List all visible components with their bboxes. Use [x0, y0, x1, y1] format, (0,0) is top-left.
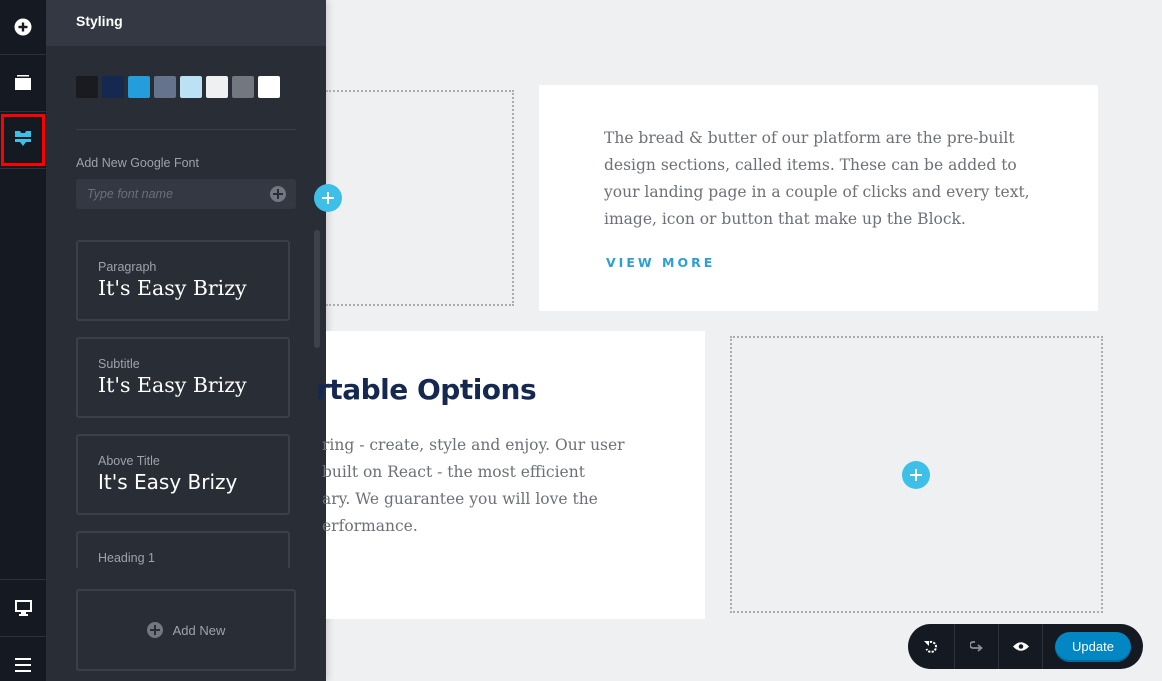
body-line: built on React - the most efficient [322, 463, 585, 481]
color-swatch[interactable] [258, 76, 280, 98]
monitor-icon [14, 600, 32, 616]
add-elements-button[interactable] [0, 0, 46, 54]
hamburger-icon [15, 658, 31, 672]
rail-divider [0, 168, 46, 169]
text-card: The bread & butter of our platform are t… [539, 85, 1098, 311]
add-new-font-style-button[interactable]: Add New [76, 589, 296, 671]
font-style-label: Subtitle [98, 357, 140, 371]
google-font-input[interactable] [76, 179, 296, 209]
plus-circle-icon [146, 622, 163, 638]
font-style-card-above-title[interactable]: Above Title It's Easy Brizy [76, 434, 290, 515]
styling-panel: Styling Add New Google Font Paragraph It… [46, 0, 326, 681]
layers-icon [15, 75, 31, 90]
font-styles-list: Paragraph It's Easy Brizy Subtitle It's … [76, 230, 296, 568]
options-body-text: ring - create, style and enjoy. Our user… [322, 432, 625, 540]
rail-divider [0, 54, 46, 55]
add-element-button[interactable] [902, 461, 930, 489]
plus-icon [322, 192, 334, 204]
color-swatch[interactable] [232, 76, 254, 98]
blocks-button[interactable] [0, 56, 46, 110]
font-style-card-subtitle[interactable]: Subtitle It's Easy Brizy [76, 337, 290, 418]
rail-divider [0, 636, 46, 637]
body-line: ring - create, style and enjoy. Our user [322, 436, 625, 454]
paint-brush-icon [15, 131, 31, 146]
styling-button[interactable] [1, 114, 45, 166]
color-swatch[interactable] [102, 76, 124, 98]
add-new-label: Add New [172, 622, 226, 638]
left-rail [0, 0, 46, 681]
color-swatch[interactable] [206, 76, 228, 98]
panel-divider [76, 129, 296, 130]
color-swatch[interactable] [128, 76, 150, 98]
color-swatch[interactable] [154, 76, 176, 98]
redo-icon [969, 640, 983, 652]
body-line: ary. We guarantee you will love the [322, 490, 598, 508]
color-swatch[interactable] [180, 76, 202, 98]
font-style-card-heading-1[interactable]: Heading 1 [76, 531, 290, 568]
update-button[interactable]: Update [1055, 631, 1131, 662]
font-style-label: Paragraph [98, 260, 157, 274]
font-style-sample: It's Easy Brizy [98, 470, 238, 494]
device-view-button[interactable] [0, 581, 46, 635]
bottom-toolbar: Update [908, 624, 1143, 669]
add-element-button[interactable] [314, 184, 342, 212]
options-heading: rtable Options [316, 373, 537, 406]
menu-button[interactable] [0, 638, 46, 681]
card-body-text: The bread & butter of our platform are t… [604, 129, 1030, 228]
plus-circle-icon [14, 18, 32, 36]
font-style-label: Heading 1 [98, 551, 155, 565]
google-font-field [76, 179, 296, 209]
plus-icon [910, 469, 922, 481]
panel-scrollbar[interactable] [314, 230, 320, 348]
plus-icon [273, 189, 283, 199]
redo-button[interactable] [955, 624, 999, 669]
color-palette [76, 76, 280, 98]
view-more-link[interactable]: VIEW MORE [606, 255, 715, 270]
undo-icon [924, 640, 938, 653]
font-style-sample: It's Easy Brizy [98, 276, 247, 300]
empty-column-placeholder[interactable] [326, 90, 514, 306]
rail-divider [0, 111, 46, 112]
options-card: rtable Options ring - create, style and … [316, 331, 705, 619]
body-line: erformance. [322, 517, 418, 535]
color-swatch[interactable] [76, 76, 98, 98]
undo-button[interactable] [908, 624, 955, 669]
eye-icon [1012, 642, 1029, 651]
preview-button[interactable] [999, 624, 1043, 669]
panel-title: Styling [46, 0, 326, 46]
google-font-label: Add New Google Font [76, 156, 199, 170]
font-style-card-paragraph[interactable]: Paragraph It's Easy Brizy [76, 240, 290, 321]
rail-divider [0, 579, 46, 580]
add-font-button[interactable] [270, 186, 286, 202]
font-style-label: Above Title [98, 454, 160, 468]
font-style-sample: It's Easy Brizy [98, 373, 247, 397]
